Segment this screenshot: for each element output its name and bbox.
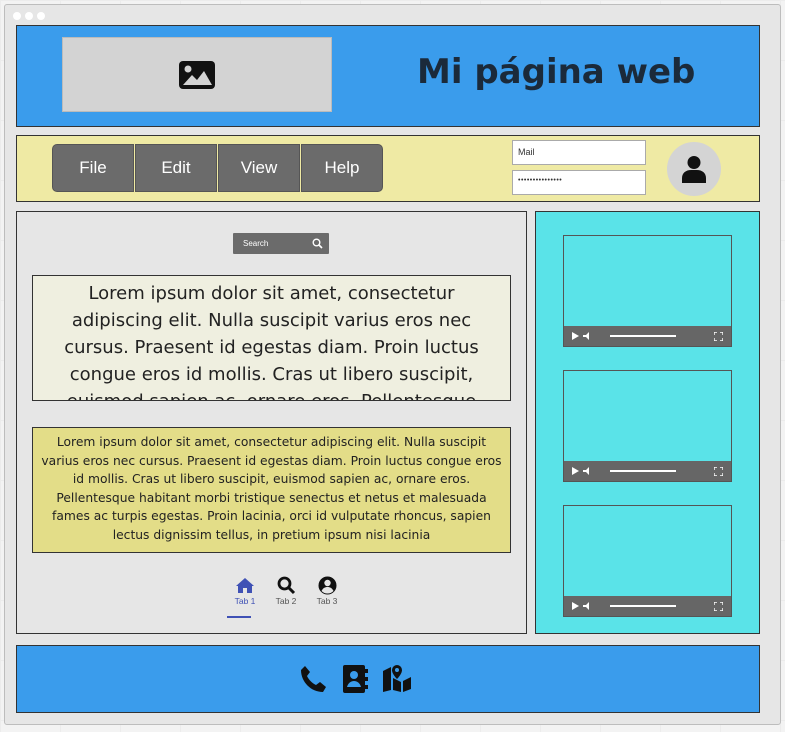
video-player[interactable] — [563, 370, 732, 482]
user-icon — [682, 156, 706, 183]
play-icon[interactable] — [572, 332, 579, 340]
image-icon — [179, 60, 215, 89]
window-dot[interactable] — [13, 12, 21, 20]
tab-bar: Tab 1 Tab 2 Tab 3 — [227, 574, 345, 606]
menu-bar: File Edit View Help — [52, 144, 383, 192]
play-icon[interactable] — [572, 602, 579, 610]
home-icon — [236, 577, 254, 593]
tab-3[interactable]: Tab 3 — [309, 574, 345, 606]
video-controls — [564, 326, 731, 346]
volume-icon[interactable] — [583, 602, 590, 610]
window-controls — [13, 12, 45, 20]
navbar: File Edit View Help Mail ••••••••••••••• — [16, 135, 760, 202]
search-box[interactable]: Search — [233, 233, 329, 254]
video-progress-bar[interactable] — [610, 335, 676, 337]
avatar[interactable] — [667, 142, 721, 196]
address-book-icon[interactable] — [342, 664, 368, 694]
volume-icon[interactable] — [583, 332, 590, 340]
site-title: Mi página web — [417, 52, 696, 92]
video-player[interactable] — [563, 505, 732, 617]
tab-2-label: Tab 2 — [275, 596, 297, 606]
window-dot[interactable] — [25, 12, 33, 20]
phone-icon[interactable] — [298, 664, 328, 694]
video-player[interactable] — [563, 235, 732, 347]
text-block-large: Lorem ipsum dolor sit amet, consectetur … — [32, 275, 511, 401]
tab-1[interactable]: Tab 1 — [227, 574, 263, 606]
menu-help[interactable]: Help — [301, 144, 383, 192]
search-icon — [312, 238, 323, 249]
password-input[interactable]: ••••••••••••••• — [512, 170, 646, 195]
active-tab-indicator — [227, 616, 251, 618]
main-content: Search Lorem ipsum dolor sit amet, conse… — [16, 211, 527, 634]
footer — [16, 645, 760, 713]
text-block-small: Lorem ipsum dolor sit amet, consectetur … — [32, 427, 511, 553]
fullscreen-icon[interactable] — [714, 331, 723, 341]
fullscreen-icon[interactable] — [714, 601, 723, 611]
menu-view[interactable]: View — [218, 144, 300, 192]
video-progress-bar[interactable] — [610, 470, 676, 472]
mail-input[interactable]: Mail — [512, 140, 646, 165]
footer-icons — [298, 664, 412, 694]
header: Mi página web — [16, 25, 760, 127]
video-progress-bar[interactable] — [610, 605, 676, 607]
tab-3-label: Tab 3 — [316, 596, 338, 606]
search-icon — [277, 576, 295, 594]
image-placeholder — [62, 37, 332, 112]
volume-icon[interactable] — [583, 467, 590, 475]
tab-2[interactable]: Tab 2 — [268, 574, 304, 606]
fullscreen-icon[interactable] — [714, 466, 723, 476]
search-label: Search — [243, 239, 269, 248]
play-icon[interactable] — [572, 467, 579, 475]
video-controls — [564, 596, 731, 616]
tab-1-label: Tab 1 — [234, 596, 256, 606]
menu-file[interactable]: File — [52, 144, 134, 192]
video-controls — [564, 461, 731, 481]
menu-edit[interactable]: Edit — [135, 144, 217, 192]
sidebar — [535, 211, 760, 634]
user-icon — [318, 576, 336, 594]
map-icon[interactable] — [382, 664, 412, 692]
window-dot[interactable] — [37, 12, 45, 20]
